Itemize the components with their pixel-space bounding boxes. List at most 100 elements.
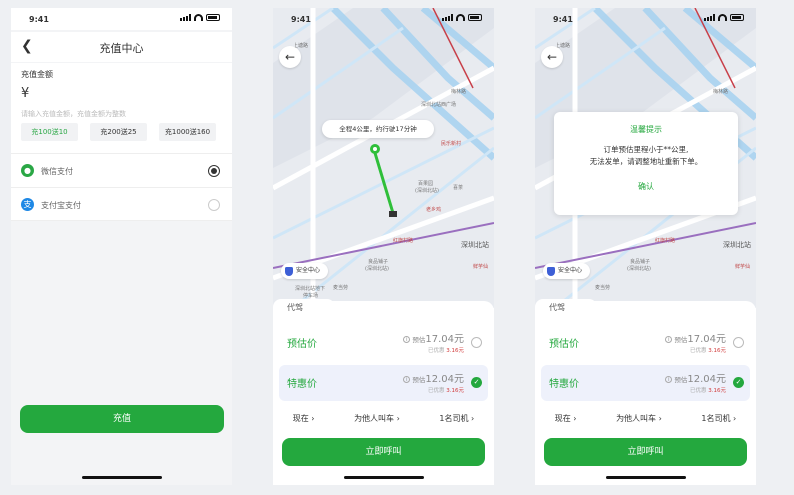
shield-icon	[547, 266, 555, 276]
safety-center-button[interactable]: 安全中心	[543, 263, 591, 279]
back-icon[interactable]: ←	[279, 46, 301, 68]
amount-label: 充值金额	[21, 70, 53, 79]
signal-icon	[442, 14, 453, 21]
price-estimate: i 预估17.04元 已优惠 3.16元	[403, 330, 464, 354]
back-icon[interactable]: ←	[541, 46, 563, 68]
status-time: 9:41	[553, 15, 573, 24]
tab-designated-driver[interactable]: 代驾	[273, 299, 335, 319]
select-radio[interactable]	[733, 337, 744, 348]
warning-dialog: 温馨提示 订单预估里程小于**公里, 无法发单，请调整地址重新下单。 确认	[554, 112, 738, 215]
poi-label: 深圳北站地下	[295, 286, 326, 292]
recharge-screen: 9:41 ❮ 充值中心 充值金额 ¥ 请输入充值金额，充值金额为整数 充100送…	[11, 8, 232, 485]
poi-label: 良品铺子	[368, 259, 389, 265]
status-icons	[704, 14, 744, 21]
page-title: 充值中心	[99, 42, 144, 55]
status-icons	[442, 14, 482, 21]
price-row-discount[interactable]: 特惠价 i 预估12.04元 已优惠 3.16元 ✓	[279, 365, 488, 401]
battery-icon	[468, 14, 482, 21]
poi-label: 百果园	[418, 181, 434, 187]
payment-label: 支付宝支付	[41, 201, 81, 210]
for-others-option[interactable]: 为他人叫车 ›	[616, 413, 662, 429]
call-now-button[interactable]: 立即呼叫	[282, 438, 485, 466]
wechat-pay-icon: ●	[21, 164, 34, 177]
status-time: 9:41	[29, 15, 49, 24]
status-bar: 9:41	[11, 8, 232, 30]
shield-icon	[285, 266, 293, 276]
alipay-icon: 支	[21, 198, 34, 211]
safety-label: 安全中心	[558, 267, 583, 274]
check-icon[interactable]: ✓	[471, 377, 482, 388]
dialog-confirm-button[interactable]: 确认	[554, 181, 738, 192]
poi-label: 麦当劳	[333, 285, 349, 291]
safety-label: 安全中心	[296, 267, 321, 274]
option-200[interactable]: 充200送25	[90, 123, 147, 141]
map-view[interactable]: ← 全程4公里，约行驶17分钟 上塘路 梅林路 民乐新村 深圳北站 百果园 (深…	[273, 8, 494, 308]
poi-label: 红旗村路	[393, 238, 414, 244]
payment-list: ● 微信支付 支 支付宝支付	[11, 153, 232, 221]
radio-selected[interactable]	[208, 165, 220, 177]
check-icon[interactable]: ✓	[733, 377, 744, 388]
time-option[interactable]: 现在 ›	[555, 413, 577, 429]
poi-label: 麦当劳	[595, 285, 611, 291]
price-row-estimate[interactable]: 预估价 i 预估17.04元 已优惠 3.16元	[279, 325, 488, 361]
price-row-discount[interactable]: 特惠价 i 预估12.04元 已优惠 3.16元 ✓	[541, 365, 750, 401]
price-name: 特惠价	[287, 379, 317, 390]
home-indicator	[81, 476, 162, 479]
battery-icon	[206, 14, 220, 21]
order-screen: 9:41 ← 全程4公里，约行驶17分钟 上塘路 梅林路 民乐新村 深圳北站 百…	[273, 8, 494, 485]
info-icon: i	[665, 376, 673, 383]
status-bar: 9:41	[273, 8, 494, 30]
price-estimate: i 预估17.04元 已优惠 3.16元	[665, 330, 726, 354]
poi-label: 喜茶	[453, 185, 464, 191]
dialog-title: 温馨提示	[630, 125, 662, 134]
price-estimate: i 预估12.04元 已优惠 3.16元	[665, 370, 726, 394]
price-estimate: i 预估12.04元 已优惠 3.16元	[403, 370, 464, 394]
option-100[interactable]: 充100送10	[21, 123, 78, 141]
safety-center-button[interactable]: 安全中心	[281, 263, 329, 279]
payment-wechat[interactable]: ● 微信支付	[11, 153, 232, 187]
poi-label: 鲜芋仙	[473, 264, 489, 270]
price-row-estimate[interactable]: 预估价 i 预估17.04元 已优惠 3.16元	[541, 325, 750, 361]
option-1000[interactable]: 充1000送160	[159, 123, 216, 141]
order-options: 现在 › 为他人叫车 › 1名司机 ›	[273, 413, 494, 429]
home-indicator	[343, 476, 424, 479]
nav-header: ❮ 充值中心	[11, 32, 232, 62]
payment-alipay[interactable]: 支 支付宝支付	[11, 187, 232, 221]
poi-label: 深圳北站西广场	[421, 102, 457, 108]
poi-label: 梅林路	[451, 89, 467, 95]
poi-label: (深圳北站)	[627, 266, 651, 272]
wifi-icon	[194, 14, 203, 21]
signal-icon	[704, 14, 715, 21]
recharge-button[interactable]: 充值	[20, 405, 224, 433]
for-others-option[interactable]: 为他人叫车 ›	[354, 413, 400, 429]
time-option[interactable]: 现在 ›	[293, 413, 315, 429]
poi-label: 鲜芋仙	[735, 264, 751, 270]
info-icon: i	[403, 376, 411, 383]
amount-card: 充值金额 ¥ 请输入充值金额，充值金额为整数	[11, 63, 232, 155]
driver-count-option[interactable]: 1名司机 ›	[701, 413, 736, 429]
status-time: 9:41	[291, 15, 311, 24]
order-screen-dialog: 9:41 ← 上塘路 梅林路 深圳北站 良品铺子 (深圳北站) 麦当劳 红旗村路…	[535, 8, 756, 485]
home-indicator	[605, 476, 686, 479]
poi-label: 梅林路	[713, 89, 729, 95]
wifi-icon	[718, 14, 727, 21]
poi-label: 民乐新村	[441, 141, 462, 147]
tab-designated-driver[interactable]: 代驾	[535, 299, 597, 319]
battery-icon	[730, 14, 744, 21]
select-radio[interactable]	[471, 337, 482, 348]
poi-label: 红旗村路	[655, 238, 676, 244]
price-name: 预估价	[549, 339, 579, 350]
price-name: 预估价	[287, 339, 317, 350]
price-name: 特惠价	[549, 379, 579, 390]
poi-label: 深圳北站	[461, 241, 489, 249]
signal-icon	[180, 14, 191, 21]
order-options: 现在 › 为他人叫车 › 1名司机 ›	[535, 413, 756, 429]
driver-count-option[interactable]: 1名司机 ›	[439, 413, 474, 429]
radio-unselected[interactable]	[208, 199, 220, 211]
amount-options: 充100送10 充200送25 充1000送160	[21, 123, 216, 141]
status-icons	[180, 14, 220, 21]
amount-input[interactable]: ¥	[21, 86, 222, 101]
call-now-button[interactable]: 立即呼叫	[544, 438, 747, 466]
price-sheet: 代驾 预估价 i 预估17.04元 已优惠 3.16元 特惠价 i 预估12.04元已…	[273, 299, 494, 485]
poi-label: (深圳北站)	[365, 266, 389, 272]
